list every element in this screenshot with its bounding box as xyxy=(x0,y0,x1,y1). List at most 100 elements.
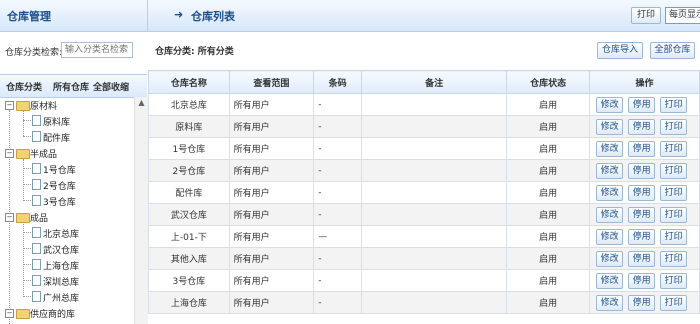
collapse-icon[interactable]: − xyxy=(5,213,14,222)
tree-folder-raw-materials[interactable]: 原材料 xyxy=(30,99,57,112)
tree-folder-finished[interactable]: 成品 xyxy=(30,211,48,224)
tree-folder-suppliers[interactable]: 供应商的库 xyxy=(30,307,75,320)
cell-note xyxy=(361,181,508,204)
print-row-button[interactable]: 打印 xyxy=(660,118,688,135)
cell-scope: 所有用户 xyxy=(228,203,315,226)
edit-button[interactable]: 修改 xyxy=(596,250,624,267)
category-search-input[interactable] xyxy=(61,42,133,58)
current-category-label: 仓库分类: 所有分类 xyxy=(155,47,234,57)
folder-icon xyxy=(16,101,30,111)
edit-button[interactable]: 修改 xyxy=(596,140,624,157)
tree-scrollbar[interactable]: ▲ xyxy=(134,97,148,324)
cell-actions: 修改 停用 打印 xyxy=(589,181,700,204)
disable-button[interactable]: 停用 xyxy=(628,228,656,245)
edit-button[interactable]: 修改 xyxy=(596,96,624,113)
tree-all-warehouses-link[interactable]: 所有仓库 xyxy=(53,80,89,93)
table-row: 其他入库 所有用户 - 启用 修改 停用 打印 xyxy=(148,247,700,270)
disable-button[interactable]: 停用 xyxy=(628,118,656,135)
expand-icon[interactable]: − xyxy=(5,309,14,318)
document-icon xyxy=(32,131,41,142)
scroll-up-icon[interactable]: ▲ xyxy=(135,97,148,109)
collapse-icon[interactable]: − xyxy=(5,101,14,110)
cell-note xyxy=(361,93,508,116)
table-row: 原料库 所有用户 - 启用 修改 停用 打印 xyxy=(148,115,700,138)
import-warehouse-button[interactable]: 仓库导入 xyxy=(597,42,643,59)
collapse-icon[interactable]: − xyxy=(5,149,14,158)
tree-item[interactable]: 深圳总库 xyxy=(43,275,79,288)
cell-barcode: - xyxy=(313,203,363,226)
cell-actions: 修改 停用 打印 xyxy=(589,159,700,182)
cell-barcode: - xyxy=(313,247,363,270)
per-page-select[interactable]: 每页显示 xyxy=(665,7,700,24)
page-title: 仓库列表 xyxy=(191,10,235,23)
tree-folder-semi-finished[interactable]: 半成品 xyxy=(30,147,57,160)
disable-button[interactable]: 停用 xyxy=(628,294,656,311)
print-row-button[interactable]: 打印 xyxy=(660,206,688,223)
folder-icon xyxy=(16,149,30,159)
disable-button[interactable]: 停用 xyxy=(628,250,656,267)
cell-actions: 修改 停用 打印 xyxy=(589,93,700,116)
cell-actions: 修改 停用 打印 xyxy=(589,269,700,292)
print-row-button[interactable]: 打印 xyxy=(660,250,688,267)
print-row-button[interactable]: 打印 xyxy=(660,272,688,289)
cell-status: 启用 xyxy=(506,93,591,116)
category-tree: − 原材料 原料库 配件库 − 半成品 1号仓库 2号仓库 3号仓库 − 成品 … xyxy=(0,97,134,324)
tree-item[interactable]: 原料库 xyxy=(43,115,70,128)
cell-status: 启用 xyxy=(506,137,591,160)
tree-item[interactable]: 武汉仓库 xyxy=(43,243,79,256)
cell-scope: 所有用户 xyxy=(228,247,315,270)
print-row-button[interactable]: 打印 xyxy=(660,162,688,179)
cell-barcode: - xyxy=(313,291,363,314)
document-icon xyxy=(32,275,41,286)
disable-button[interactable]: 停用 xyxy=(628,96,656,113)
print-button[interactable]: 打印 xyxy=(631,7,661,24)
cell-scope: 所有用户 xyxy=(228,291,315,314)
edit-button[interactable]: 修改 xyxy=(596,294,624,311)
cell-scope: 所有用户 xyxy=(228,93,315,116)
tree-item[interactable]: 上海仓库 xyxy=(43,259,79,272)
cell-name: 北京总库 xyxy=(148,93,230,116)
print-row-button[interactable]: 打印 xyxy=(660,294,688,311)
tree-item[interactable]: 广州总库 xyxy=(43,291,79,304)
edit-button[interactable]: 修改 xyxy=(596,184,624,201)
edit-button[interactable]: 修改 xyxy=(596,206,624,223)
print-row-button[interactable]: 打印 xyxy=(660,184,688,201)
tree-item[interactable]: 2号仓库 xyxy=(43,179,76,192)
edit-button[interactable]: 修改 xyxy=(596,228,624,245)
document-icon xyxy=(32,227,41,238)
edit-button[interactable]: 修改 xyxy=(596,162,624,179)
tree-collapse-all-link[interactable]: 全部收缩 xyxy=(93,80,129,93)
tree-item[interactable]: 北京总库 xyxy=(43,227,79,240)
cell-scope: 所有用户 xyxy=(228,115,315,138)
folder-icon xyxy=(16,309,30,319)
disable-button[interactable]: 停用 xyxy=(628,206,656,223)
table-row: 配件库 所有用户 - 启用 修改 停用 打印 xyxy=(148,181,700,204)
disable-button[interactable]: 停用 xyxy=(628,184,656,201)
cell-actions: 修改 停用 打印 xyxy=(589,137,700,160)
cell-note xyxy=(361,203,508,226)
cell-status: 启用 xyxy=(506,115,591,138)
document-icon xyxy=(32,291,41,302)
print-row-button[interactable]: 打印 xyxy=(660,228,688,245)
print-row-button[interactable]: 打印 xyxy=(660,140,688,157)
disable-button[interactable]: 停用 xyxy=(628,162,656,179)
folder-icon xyxy=(16,213,30,223)
cell-status: 启用 xyxy=(506,269,591,292)
document-icon xyxy=(32,115,41,126)
disable-button[interactable]: 停用 xyxy=(628,140,656,157)
table-row: 2号仓库 所有用户 - 启用 修改 停用 打印 xyxy=(148,159,700,182)
tree-item[interactable]: 配件库 xyxy=(43,131,70,144)
cell-name: 武汉仓库 xyxy=(148,203,230,226)
tree-tab-category[interactable]: 仓库分类 xyxy=(6,80,42,93)
edit-button[interactable]: 修改 xyxy=(596,118,624,135)
edit-button[interactable]: 修改 xyxy=(596,272,624,289)
document-icon xyxy=(32,243,41,254)
document-icon xyxy=(32,179,41,190)
tree-item[interactable]: 1号仓库 xyxy=(43,163,76,176)
all-warehouses-button[interactable]: 全部仓库 xyxy=(650,42,695,59)
print-row-button[interactable]: 打印 xyxy=(660,96,688,113)
arrow-right-icon: ➜ xyxy=(174,8,184,21)
cell-actions: 修改 停用 打印 xyxy=(589,115,700,138)
disable-button[interactable]: 停用 xyxy=(628,272,656,289)
tree-item[interactable]: 3号仓库 xyxy=(43,195,76,208)
